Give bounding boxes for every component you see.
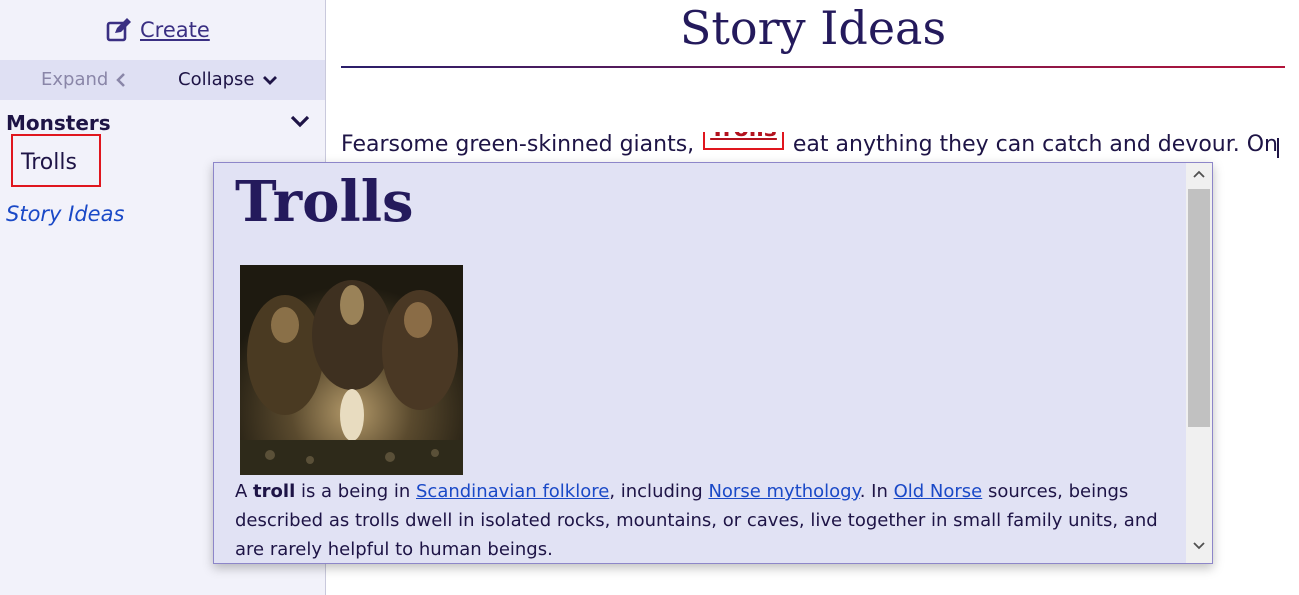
edit-icon — [106, 18, 132, 42]
popup-title: Trolls — [235, 169, 414, 235]
collapse-label: Collapse — [178, 69, 255, 90]
popup-text: . In — [859, 481, 894, 502]
popup-text: , including — [609, 481, 709, 502]
scandinavian-folklore-link[interactable]: Scandinavian folklore — [416, 481, 609, 502]
create-button[interactable]: Create — [106, 14, 210, 46]
chevron-down-icon[interactable] — [1186, 537, 1212, 561]
chevron-down-icon — [262, 75, 277, 85]
sidebar-item-story-ideas[interactable]: Story Ideas — [6, 202, 124, 226]
link-preview-popup: Trolls A troll is a being in Scandinavia… — [213, 162, 1213, 564]
section-title-monsters[interactable]: Monsters — [6, 111, 111, 135]
body-paragraph: Fearsome green-skinned giants, Trolls ea… — [341, 132, 1278, 166]
text-cursor — [1277, 138, 1279, 158]
sidebar-item-trolls[interactable]: Trolls — [11, 134, 101, 187]
norse-mythology-link[interactable]: Norse mythology — [708, 481, 859, 502]
expand-collapse-bar: Expand Collapse — [0, 60, 325, 100]
sidebar-item-label: Trolls — [21, 150, 77, 175]
page-title: Story Ideas — [679, 1, 947, 55]
chevron-down-icon[interactable] — [290, 114, 310, 128]
expand-label: Expand — [41, 69, 109, 90]
old-norse-link[interactable]: Old Norse — [894, 481, 983, 502]
trolls-link[interactable]: Trolls — [710, 132, 777, 142]
body-text-after: eat anything they can catch and devour. … — [792, 132, 1278, 157]
title-divider — [341, 66, 1285, 68]
collapse-button[interactable]: Collapse — [178, 69, 277, 90]
popup-scrollbar[interactable] — [1186, 163, 1212, 563]
trolls-link-highlight: Trolls — [703, 132, 784, 150]
popup-description: A troll is a being in Scandinavian folkl… — [235, 477, 1175, 563]
body-text-before: Fearsome green-skinned giants, — [341, 132, 702, 157]
chevron-up-icon[interactable] — [1186, 165, 1212, 189]
popup-text: A — [235, 481, 254, 502]
scrollbar-thumb[interactable] — [1188, 189, 1210, 427]
troll-illustration — [240, 265, 463, 475]
create-label: Create — [140, 18, 210, 42]
chevron-left-icon — [116, 72, 126, 87]
expand-button[interactable]: Expand — [41, 69, 126, 90]
popup-bold-term: troll — [253, 481, 296, 502]
popup-text: is a being in — [295, 481, 416, 502]
